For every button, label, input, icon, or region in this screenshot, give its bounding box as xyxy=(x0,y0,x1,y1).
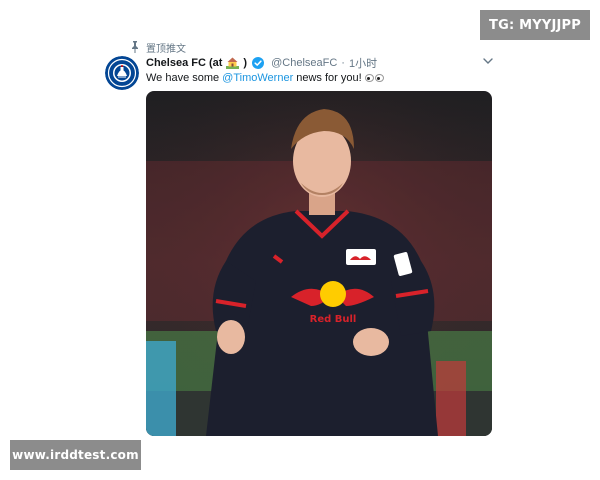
eyes-emoji-icon xyxy=(364,74,384,82)
mention-link[interactable]: @TimoWerner xyxy=(222,72,293,84)
pin-icon xyxy=(132,41,138,53)
chevron-down-icon[interactable] xyxy=(482,56,494,66)
watermark-top: TG: MYYJJPP xyxy=(480,10,590,40)
pinned-label: 置顶推文 xyxy=(146,43,186,55)
pinned-tweet-indicator: 置顶推文 xyxy=(130,40,186,55)
timestamp[interactable]: 1小时 xyxy=(349,55,377,71)
tweet-text: We have some @TimoWerner news for you! xyxy=(146,70,384,86)
chelsea-crest-icon xyxy=(105,56,139,90)
display-name[interactable]: Chelsea FC (at xyxy=(146,57,222,69)
verified-icon xyxy=(252,57,265,69)
house-emoji-icon xyxy=(226,57,240,69)
tweet-header: Chelsea FC (at ) @ChelseaFC · 1小时 xyxy=(146,55,377,71)
tweet-text-after: news for you! xyxy=(296,72,362,84)
tweet-media-image[interactable]: Red Bull xyxy=(146,91,492,436)
watermark-bottom: www.irddtest.com xyxy=(10,440,141,470)
display-name-suffix: ) xyxy=(243,57,248,69)
player-photo: Red Bull xyxy=(146,91,492,436)
sponsor-logo: Red Bull xyxy=(310,314,357,325)
avatar[interactable] xyxy=(105,56,139,90)
separator: · xyxy=(341,57,345,69)
tweet-text-before: We have some xyxy=(146,72,220,84)
handle[interactable]: @ChelseaFC xyxy=(271,57,337,69)
